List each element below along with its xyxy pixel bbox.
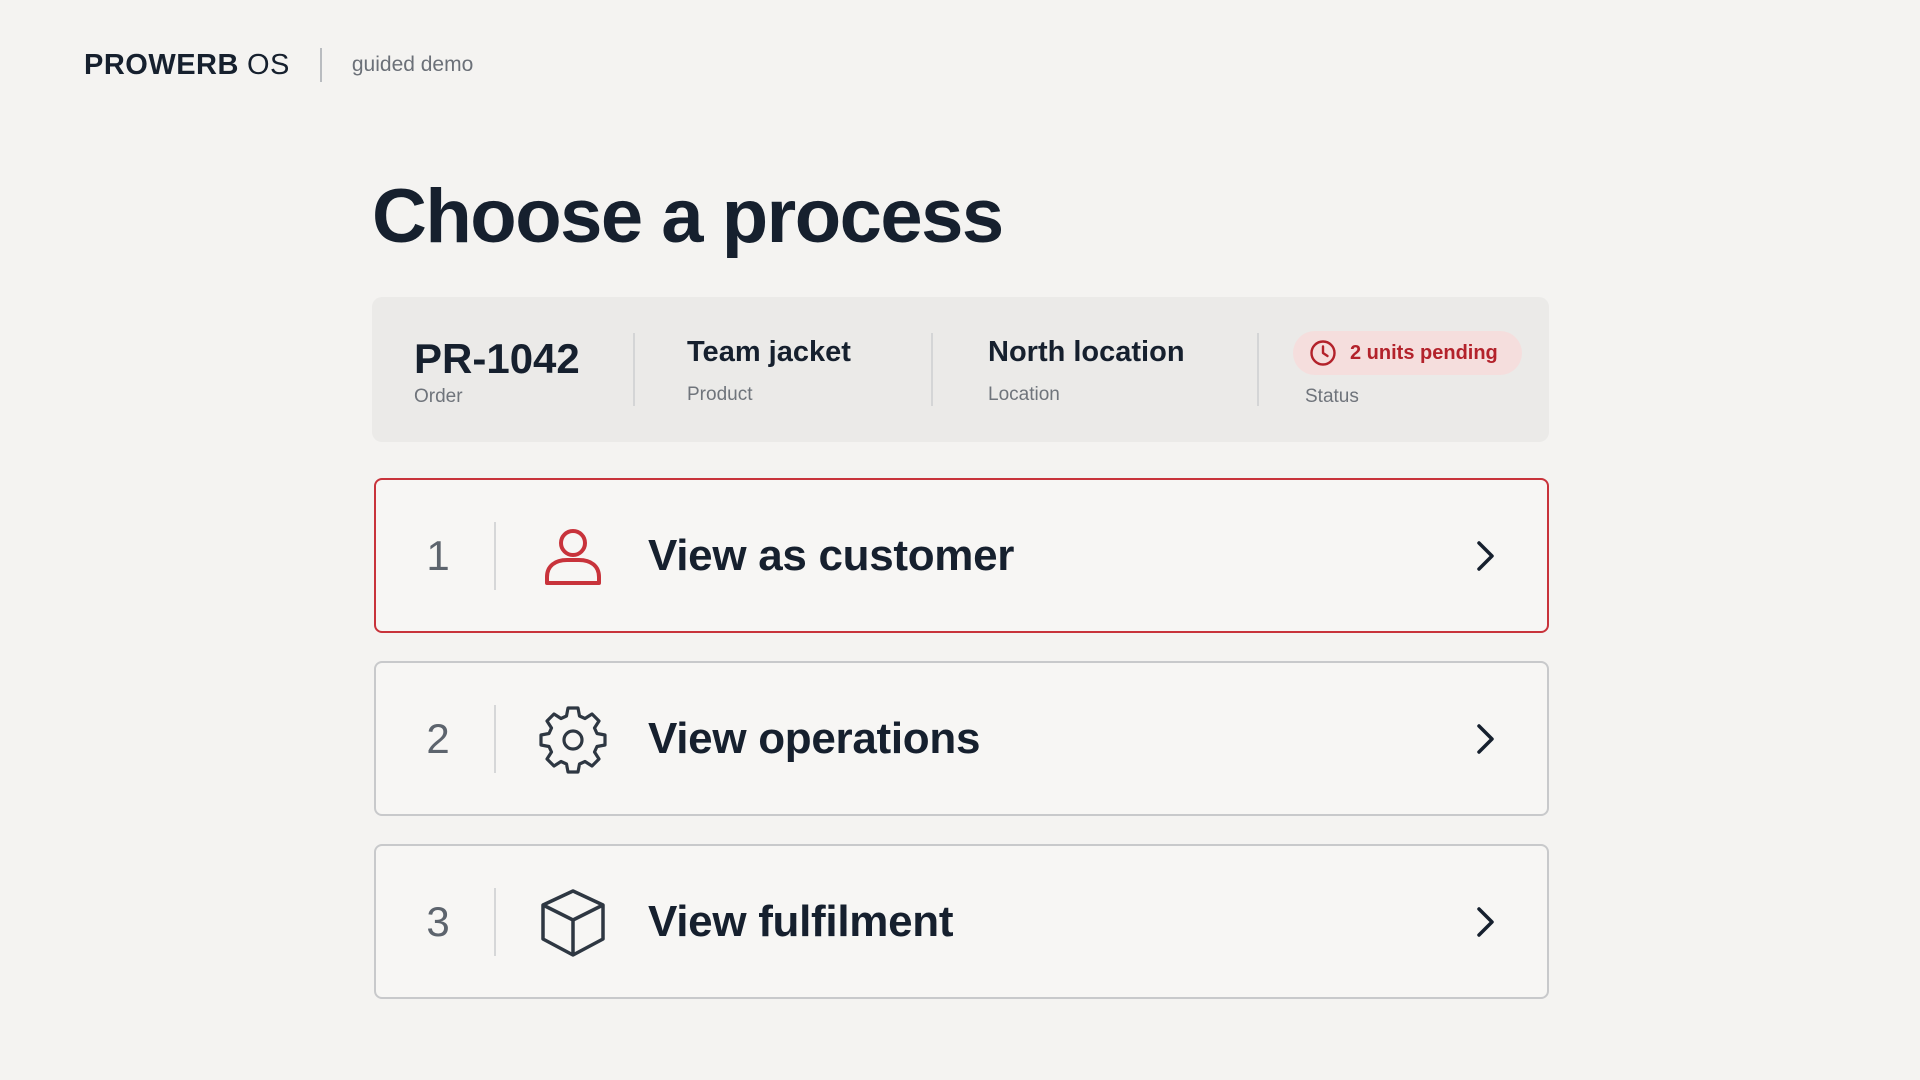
summary-divider xyxy=(931,333,933,406)
process-label: View operations xyxy=(648,713,981,763)
chevron-right-icon xyxy=(1461,532,1509,580)
process-number: 3 xyxy=(426,897,450,945)
location-field: North location Location xyxy=(988,297,1248,442)
brand-subtitle: guided demo xyxy=(351,53,474,76)
status-label: Status xyxy=(1305,386,1359,407)
process-card-operations[interactable]: 2 View operations xyxy=(374,661,1549,816)
product-label: Product xyxy=(687,384,753,405)
process-card-customer[interactable]: 1 View as customer xyxy=(374,478,1549,633)
order-label: Order xyxy=(414,386,463,407)
card-divider xyxy=(494,888,496,956)
status-value: 2 units pending xyxy=(1350,341,1498,364)
page-title: Choose a process xyxy=(372,174,1004,259)
summary-divider xyxy=(633,333,635,406)
location-label: Location xyxy=(988,384,1060,405)
status-badge: 2 units pending xyxy=(1293,331,1522,375)
order-summary: PR-1042 Order Team jacket Product North … xyxy=(372,297,1549,442)
chevron-right-icon xyxy=(1461,715,1509,763)
clock-icon xyxy=(1310,340,1336,366)
order-value: PR-1042 xyxy=(414,335,580,382)
box-icon xyxy=(534,884,612,962)
gear-icon xyxy=(534,701,612,779)
card-divider xyxy=(494,705,496,773)
process-card-fulfilment[interactable]: 3 View fulfilment xyxy=(374,844,1549,999)
user-icon xyxy=(534,518,612,596)
summary-divider xyxy=(1257,333,1259,406)
process-number: 2 xyxy=(426,714,450,762)
brand-divider xyxy=(319,48,322,82)
process-label: View fulfilment xyxy=(648,896,954,946)
order-field: PR-1042 Order xyxy=(414,297,604,442)
brand-name-strong: PROWERB xyxy=(84,48,239,81)
brand-logo[interactable]: PROWERB OS xyxy=(84,49,290,82)
product-value: Team jacket xyxy=(687,336,851,368)
brand-name-light: OS xyxy=(246,48,290,81)
location-value: North location xyxy=(988,336,1185,368)
product-field: Team jacket Product xyxy=(687,297,907,442)
process-number: 1 xyxy=(426,531,450,579)
process-label: View as customer xyxy=(648,530,1015,580)
card-divider xyxy=(494,522,496,590)
page: PROWERB OS guided demo Choose a process P… xyxy=(0,0,1920,1080)
chevron-right-icon xyxy=(1461,898,1509,946)
brand-bar: PROWERB OS guided demo xyxy=(84,46,473,84)
